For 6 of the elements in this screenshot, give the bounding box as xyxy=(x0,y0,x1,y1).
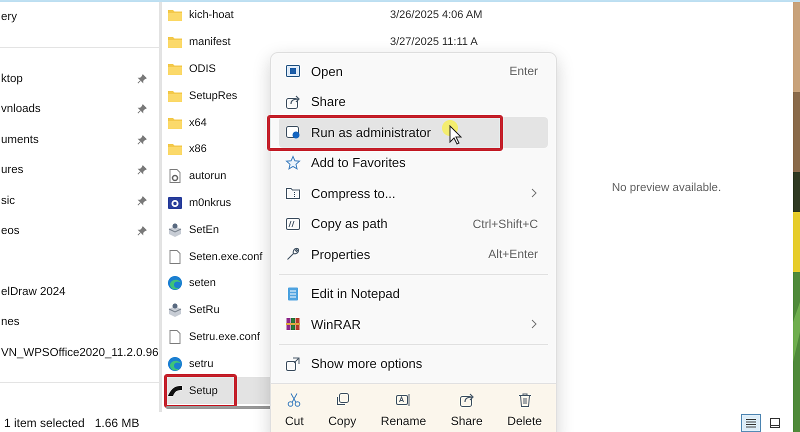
shortcut-label: Enter xyxy=(509,64,538,78)
selection-size: 1.66 MB xyxy=(94,416,140,430)
preview-message: No preview available. xyxy=(612,182,722,194)
selection-count: 1 item selected xyxy=(4,416,85,430)
shortcut-label: Alt+Enter xyxy=(488,247,538,262)
shortcut-label: Ctrl+Shift+C xyxy=(472,216,538,231)
